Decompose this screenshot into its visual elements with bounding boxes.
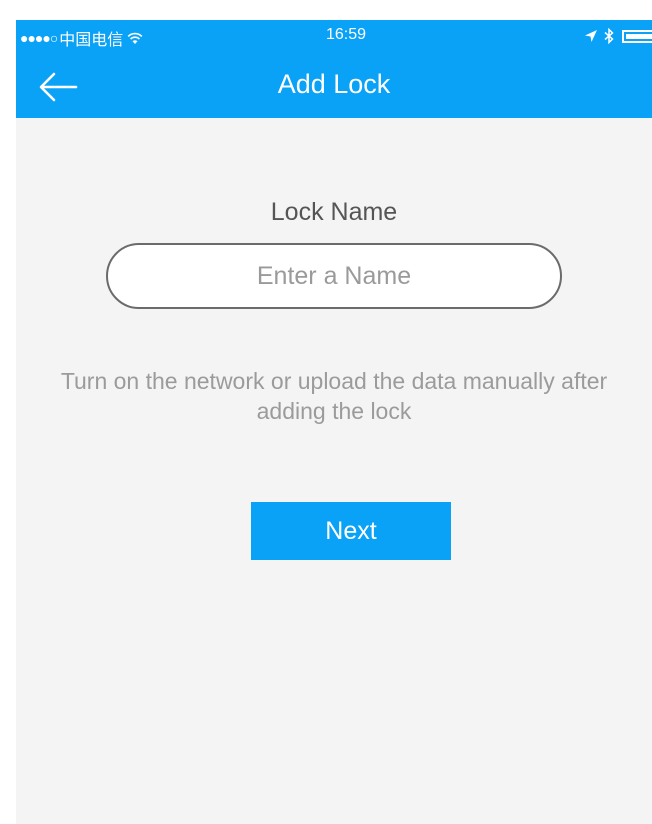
lock-name-input[interactable] (106, 243, 562, 309)
screen: ●●●●○ 中国电信 16:59 Add Lock Lock Name Ente… (16, 20, 652, 824)
location-arrow-icon (585, 30, 597, 42)
bluetooth-icon (604, 28, 614, 44)
battery-icon (622, 29, 652, 43)
next-button[interactable]: Next (251, 502, 451, 560)
wifi-icon (127, 32, 143, 44)
carrier-info: ●●●●○ 中国电信 (20, 26, 143, 50)
status-bar: ●●●●○ 中国电信 16:59 (16, 20, 652, 52)
signal-strength-icon: ●●●●○ (20, 30, 58, 46)
network-hint-text: Turn on the network or upload the data m… (60, 368, 608, 424)
lock-name-label: Lock Name (270, 198, 398, 226)
battery-level (626, 33, 652, 39)
navigation-bar: Add Lock (16, 52, 652, 118)
status-time: 16:59 (325, 26, 367, 43)
status-icons (584, 28, 652, 44)
page-title: Add Lock (277, 69, 391, 99)
carrier-name: 中国电信 (59, 32, 124, 49)
